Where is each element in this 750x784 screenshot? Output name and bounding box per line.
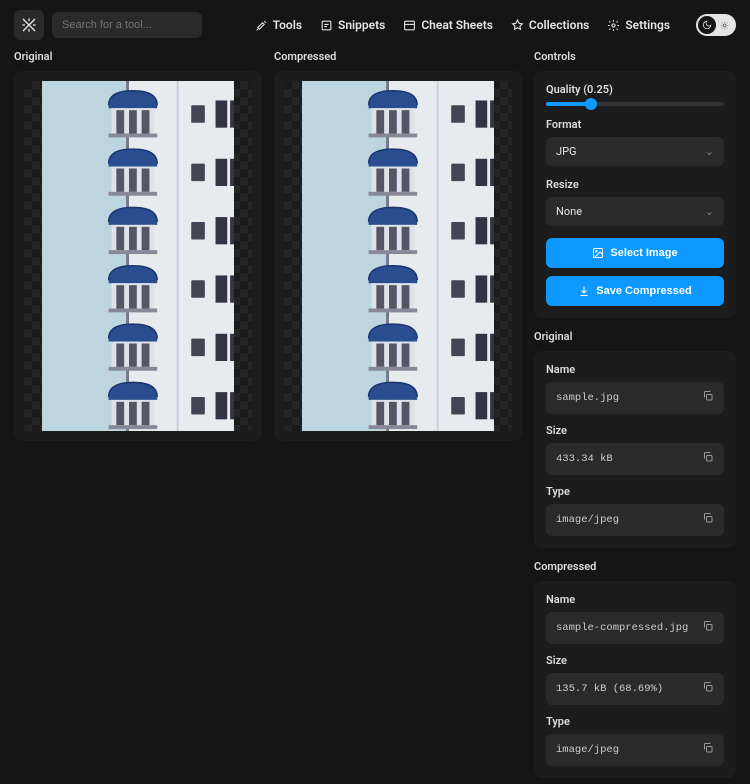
compressed-checker-bg	[284, 81, 512, 431]
compressed-panel: Compressed	[274, 50, 522, 784]
nav-cheat-sheets[interactable]: Cheat Sheets	[403, 18, 493, 32]
chevron-down-icon: ⌄	[705, 205, 714, 218]
header: Tools Snippets Cheat Sheets Collections …	[0, 0, 750, 50]
download-icon	[578, 285, 590, 297]
settings-icon	[607, 19, 620, 32]
format-label: Format	[546, 118, 724, 131]
chevron-down-icon: ⌄	[705, 145, 714, 158]
compressed-size-label: Size	[546, 654, 724, 667]
resize-value: None	[556, 205, 582, 218]
compressed-name-value: sample-compressed.jpg	[556, 622, 688, 634]
controls-title: Controls	[534, 50, 736, 63]
compressed-type-label: Type	[546, 715, 724, 728]
compressed-image-container	[274, 71, 522, 441]
original-name-label: Name	[546, 363, 724, 376]
original-name-field: sample.jpg	[546, 382, 724, 414]
original-type-value: image/jpeg	[556, 514, 619, 526]
nav-collections[interactable]: Collections	[511, 18, 589, 32]
original-size-field: 433.34 kB	[546, 443, 724, 475]
theme-toggle[interactable]	[696, 14, 736, 36]
original-info-title: Original	[534, 330, 736, 343]
compressed-panel-title: Compressed	[274, 50, 522, 63]
main-nav: Tools Snippets Cheat Sheets Collections …	[255, 14, 736, 36]
original-panel: Original	[14, 50, 262, 784]
original-image	[42, 81, 234, 431]
collections-icon	[511, 19, 524, 32]
quality-slider-thumb[interactable]	[585, 98, 597, 110]
original-type-label: Type	[546, 485, 724, 498]
nav-cheat-sheets-label: Cheat Sheets	[421, 18, 493, 32]
nav-snippets-label: Snippets	[338, 18, 385, 32]
format-value: JPG	[556, 145, 577, 158]
compressed-name-field: sample-compressed.jpg	[546, 612, 724, 644]
snippets-icon	[320, 19, 333, 32]
copy-icon[interactable]	[702, 390, 714, 406]
search-input[interactable]	[62, 19, 204, 31]
image-icon	[592, 247, 604, 259]
search-box[interactable]	[52, 12, 202, 38]
copy-icon[interactable]	[702, 681, 714, 697]
select-image-label: Select Image	[610, 247, 677, 259]
save-compressed-label: Save Compressed	[596, 285, 691, 297]
sun-icon	[720, 21, 729, 30]
quality-slider[interactable]	[546, 102, 724, 106]
original-panel-title: Original	[14, 50, 262, 63]
copy-icon[interactable]	[702, 742, 714, 758]
nav-snippets[interactable]: Snippets	[320, 18, 385, 32]
compressed-size-field: 135.7 kB (68.69%)	[546, 673, 724, 705]
theme-toggle-knob	[698, 16, 716, 34]
nav-collections-label: Collections	[529, 18, 589, 32]
select-image-button[interactable]: Select Image	[546, 238, 724, 268]
compressed-type-field: image/jpeg	[546, 734, 724, 766]
original-type-field: image/jpeg	[546, 504, 724, 536]
format-select[interactable]: JPG ⌄	[546, 137, 724, 166]
resize-label: Resize	[546, 178, 724, 191]
quality-slider-fill	[546, 102, 591, 106]
compressed-info-title: Compressed	[534, 560, 736, 573]
original-info-card: Name sample.jpg Size 433.34 kB Type imag…	[534, 351, 736, 548]
save-compressed-button[interactable]: Save Compressed	[546, 276, 724, 306]
original-size-label: Size	[546, 424, 724, 437]
nav-tools-label: Tools	[273, 18, 302, 32]
cheat-sheets-icon	[403, 19, 416, 32]
compressed-name-label: Name	[546, 593, 724, 606]
tools-icon	[255, 19, 268, 32]
sidebar: Controls Quality (0.25) Format JPG ⌄ Res…	[534, 50, 736, 784]
nav-settings[interactable]: Settings	[607, 18, 670, 32]
controls-card: Quality (0.25) Format JPG ⌄ Resize None …	[534, 71, 736, 318]
original-checker-bg	[24, 81, 252, 431]
original-image-container	[14, 71, 262, 441]
nav-settings-label: Settings	[625, 18, 670, 32]
main-content: Original Compressed Controls Quality (0.…	[0, 50, 750, 784]
compressed-image	[302, 81, 494, 431]
original-size-value: 433.34 kB	[556, 453, 613, 465]
copy-icon[interactable]	[702, 451, 714, 467]
resize-select[interactable]: None ⌄	[546, 197, 724, 226]
moon-icon	[702, 20, 712, 30]
nav-tools[interactable]: Tools	[255, 18, 302, 32]
compressed-size-value: 135.7 kB (68.69%)	[556, 683, 663, 695]
original-name-value: sample.jpg	[556, 392, 619, 404]
compressed-type-value: image/jpeg	[556, 744, 619, 756]
tools-logo-icon	[21, 17, 37, 33]
app-logo[interactable]	[14, 10, 44, 40]
compressed-info-card: Name sample-compressed.jpg Size 135.7 kB…	[534, 581, 736, 778]
copy-icon[interactable]	[702, 512, 714, 528]
quality-label: Quality (0.25)	[546, 83, 724, 96]
